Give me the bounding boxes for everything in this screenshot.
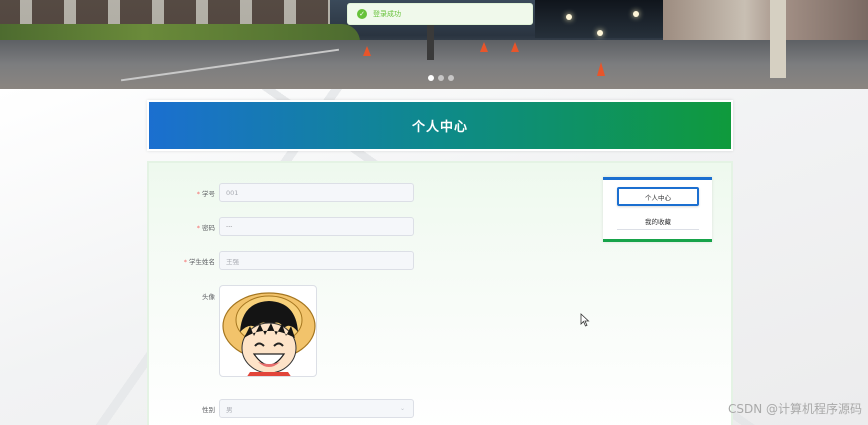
carousel-dot-1[interactable] [428, 75, 434, 81]
banner-road [0, 40, 868, 89]
banner-column [770, 0, 786, 78]
required-mark: * [196, 189, 200, 198]
success-check-icon: ✓ [357, 9, 367, 19]
gender-label: 性别 [202, 405, 215, 414]
student-id-label: * 学号 [196, 189, 215, 198]
carousel-indicators [428, 75, 454, 81]
password-field[interactable]: ··· [219, 217, 414, 236]
avatar-uploader[interactable] [219, 285, 317, 377]
carousel-dot-3[interactable] [448, 75, 454, 81]
gender-value: 男 [226, 405, 233, 414]
student-name-label: * 学生姓名 [183, 257, 215, 266]
banner-lamp [633, 11, 639, 17]
traffic-cone [511, 42, 519, 52]
mouse-cursor-icon [580, 313, 590, 327]
toast-message: 登录成功 [373, 10, 401, 18]
avatar-label: 头像 [202, 293, 215, 301]
form-row-avatar: 头像 [149, 285, 317, 377]
form-row-student-name: * 学生姓名 王强 [149, 251, 414, 270]
page-title-bar: 个人中心 [147, 100, 733, 151]
traffic-cone [597, 62, 605, 76]
gender-select[interactable]: 男 ⌄ [219, 399, 414, 418]
banner-lamp [566, 14, 572, 20]
required-mark: * [196, 223, 200, 232]
page-title: 个人中心 [411, 120, 468, 135]
avatar-image [222, 292, 316, 376]
form-row-student-id: * 学号 001 [149, 183, 414, 202]
page-title-inner: 个人中心 [149, 102, 731, 149]
required-mark: * [183, 257, 187, 266]
menu-item-my-favorites[interactable]: 我的收藏 [617, 212, 699, 230]
student-id-field[interactable]: 001 [219, 183, 414, 202]
watermark: CSDN @计算机程序源码 [727, 402, 862, 416]
menu-item-personal-center[interactable]: 个人中心 [617, 187, 699, 206]
carousel-dot-2[interactable] [438, 75, 444, 81]
password-label: * 密码 [196, 223, 215, 232]
banner-lamp [597, 30, 603, 36]
traffic-cone [363, 46, 371, 56]
form-row-gender: 性别 男 ⌄ [149, 399, 414, 418]
success-toast: ✓ 登录成功 [347, 3, 533, 25]
side-menu: 个人中心 我的收藏 [603, 177, 712, 242]
traffic-cone [480, 42, 488, 52]
chevron-down-icon: ⌄ [399, 405, 405, 412]
form-row-password: * 密码 ··· [149, 217, 414, 236]
student-name-field[interactable]: 王强 [219, 251, 414, 270]
